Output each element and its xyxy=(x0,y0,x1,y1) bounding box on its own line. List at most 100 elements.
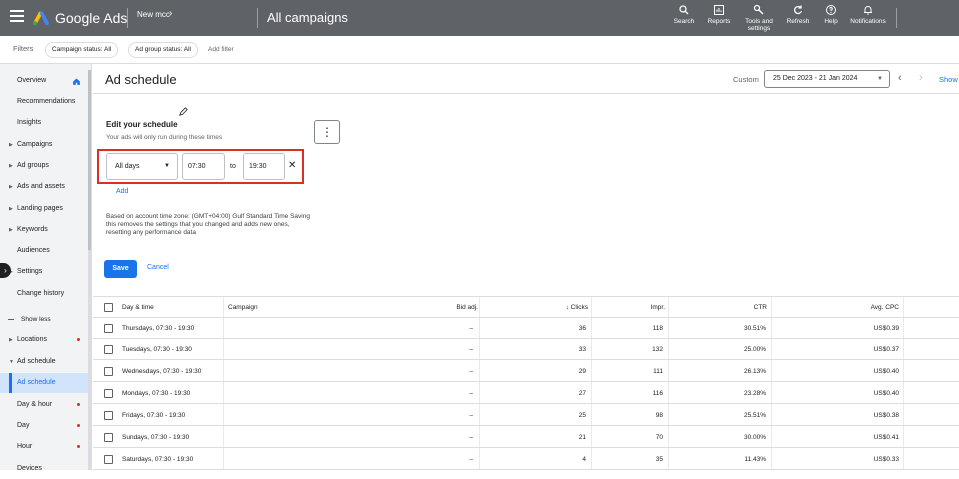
menu-icon[interactable] xyxy=(10,10,24,22)
column-header-impr[interactable]: Impr. xyxy=(613,297,665,319)
more-options-button[interactable]: ⋮ xyxy=(314,120,340,144)
cell-bid-adj[interactable]: – xyxy=(423,449,473,470)
sidebar-item-label: Ad schedule xyxy=(17,358,56,365)
sidebar-item-label: Day & hour xyxy=(17,401,53,408)
sidebar-item-label: Day xyxy=(17,422,30,429)
next-period-button[interactable]: › xyxy=(919,72,923,84)
notifications-button[interactable]: Notifications xyxy=(848,4,888,25)
collapse-triangle-icon: ▼ xyxy=(9,359,14,365)
row-checkbox[interactable] xyxy=(104,324,113,333)
date-range-picker[interactable]: 25 Dec 2023 - 21 Jan 2024 ▼ xyxy=(764,70,890,88)
add-filter-button[interactable]: Add filter xyxy=(208,46,234,53)
row-checkbox[interactable] xyxy=(104,455,113,464)
ad-group-status-filter-chip[interactable]: Ad group status: All xyxy=(128,42,199,58)
sidebar-item-ad-schedule[interactable]: Ad schedule xyxy=(0,373,88,393)
column-header-day-time[interactable]: Day & time xyxy=(122,297,154,319)
cell-ctr: 26.13% xyxy=(743,368,766,375)
help-button[interactable]: Help xyxy=(821,4,841,25)
column-header-avg-cpc[interactable]: Avg. CPC xyxy=(833,297,899,319)
sidebar-item-label: Keywords xyxy=(17,226,48,233)
days-select[interactable]: All days ▼ xyxy=(106,153,178,180)
select-all-checkbox[interactable] xyxy=(104,303,113,312)
sidebar-item-ads-and-assets[interactable]: ▶ Ads and assets xyxy=(0,177,88,197)
reports-button[interactable]: Reports xyxy=(706,4,732,25)
table-row: Tuesdays, 07:30 - 19:30 – 33 132 25.00% … xyxy=(93,339,959,360)
sidebar-item-label: Show less xyxy=(21,316,51,323)
alert-dot xyxy=(77,403,80,406)
cell-bid-adj[interactable]: – xyxy=(423,339,473,360)
sidebar-show-less[interactable]: Show less xyxy=(0,310,88,330)
sidebar-item-audiences[interactable]: Audiences xyxy=(0,241,88,261)
column-header-bid-adj[interactable]: Bid adj. xyxy=(423,297,478,319)
previous-period-button[interactable]: ‹ xyxy=(898,72,902,84)
cell-ctr: 25.51% xyxy=(743,412,766,419)
cell-clicks: 4 xyxy=(582,456,586,463)
cell-impr: 98 xyxy=(655,412,663,419)
row-checkbox[interactable] xyxy=(104,367,113,376)
sidebar-item-change-history[interactable]: Change history xyxy=(0,284,88,304)
end-time-field[interactable]: 19:30 xyxy=(243,153,285,180)
refresh-button[interactable]: Refresh xyxy=(784,4,812,25)
sidebar-item-settings[interactable]: ▶ Settings xyxy=(0,262,88,282)
row-checkbox[interactable] xyxy=(104,389,113,398)
row-checkbox[interactable] xyxy=(104,345,113,354)
cell-impr: 70 xyxy=(655,434,663,441)
row-checkbox[interactable] xyxy=(104,411,113,420)
sidebar-item-locations[interactable]: ▶ Locations xyxy=(0,330,88,350)
cell-impr: 116 xyxy=(652,390,663,397)
cell-bid-adj[interactable]: – xyxy=(423,383,473,404)
sidebar-item-label: Devices xyxy=(17,465,42,472)
sidebar-item-label: Ad schedule xyxy=(17,379,56,386)
google-ads-logo[interactable] xyxy=(32,9,50,27)
campaign-status-filter-chip[interactable]: Campaign status: All xyxy=(45,42,119,58)
sidebar-item-insights[interactable]: Insights xyxy=(0,113,88,133)
show-button[interactable]: Show xyxy=(939,75,958,84)
table-row: Fridays, 07:30 - 19:30 – 25 98 25.51% US… xyxy=(93,405,959,426)
help-icon xyxy=(826,5,836,15)
sidebar-item-landing-pages[interactable]: ▶ Landing pages xyxy=(0,199,88,219)
expand-triangle-icon: ▶ xyxy=(9,184,13,190)
table-row: Thursdays, 07:30 - 19:30 – 36 118 30.51%… xyxy=(93,318,959,339)
search-icon xyxy=(679,5,689,15)
chevron-right-icon: › xyxy=(4,266,7,275)
pencil-icon[interactable] xyxy=(178,106,189,117)
row-checkbox[interactable] xyxy=(104,433,113,442)
column-header-clicks[interactable]: ↓ Clicks xyxy=(523,297,588,319)
breadcrumb-title[interactable]: All campaigns xyxy=(267,10,348,25)
tools-and-settings-button[interactable]: Tools and settings xyxy=(742,4,776,32)
sidebar-item-overview[interactable]: Overview xyxy=(0,71,88,91)
sidebar-item-hour[interactable]: Hour xyxy=(0,437,88,457)
sidebar-scrollbar-thumb[interactable] xyxy=(88,70,91,250)
cell-ctr: 11.43% xyxy=(744,456,766,463)
sidebar-item-recommendations[interactable]: Recommendations xyxy=(0,92,88,112)
save-button[interactable]: Save xyxy=(104,260,137,278)
start-time-field[interactable]: 07:30 xyxy=(182,153,225,180)
sidebar-item-campaigns[interactable]: ▶ Campaigns xyxy=(0,135,88,155)
page-title: Ad schedule xyxy=(105,72,177,87)
cell-bid-adj[interactable]: – xyxy=(423,427,473,448)
filter-bar: Filters Campaign status: All Ad group st… xyxy=(0,36,959,64)
tool-label: Reports xyxy=(707,18,731,25)
search-button[interactable]: Search xyxy=(672,4,696,25)
sidebar-item-ad-schedule-group[interactable]: ▼ Ad schedule xyxy=(0,352,88,372)
more-vert-icon: ⋮ xyxy=(321,125,333,139)
cancel-button[interactable]: Cancel xyxy=(147,264,169,271)
expand-triangle-icon: ▶ xyxy=(9,163,13,169)
close-icon[interactable]: ✕ xyxy=(288,160,296,171)
sidebar-item-ad-groups[interactable]: ▶ Ad groups xyxy=(0,156,88,176)
cell-bid-adj[interactable]: – xyxy=(423,361,473,382)
days-select-value: All days xyxy=(115,163,140,170)
cell-bid-adj[interactable]: – xyxy=(423,318,473,339)
sidebar-item-keywords[interactable]: ▶ Keywords xyxy=(0,220,88,240)
column-header-ctr[interactable]: CTR xyxy=(713,297,767,319)
account-selector[interactable]: New mcc xyxy=(137,10,170,19)
cell-bid-adj[interactable]: – xyxy=(423,405,473,426)
chevron-right-icon[interactable]: › xyxy=(169,8,172,19)
top-app-bar: Google Ads New mcc › All campaigns Searc… xyxy=(0,0,959,36)
sidebar-item-day[interactable]: Day xyxy=(0,416,88,436)
column-header-campaign[interactable]: Campaign xyxy=(228,297,258,319)
sidebar-item-devices[interactable]: Devices xyxy=(0,459,88,479)
sidebar-item-day-and-hour[interactable]: Day & hour xyxy=(0,395,88,415)
alert-dot xyxy=(77,338,80,341)
add-schedule-button[interactable]: Add xyxy=(116,188,128,195)
